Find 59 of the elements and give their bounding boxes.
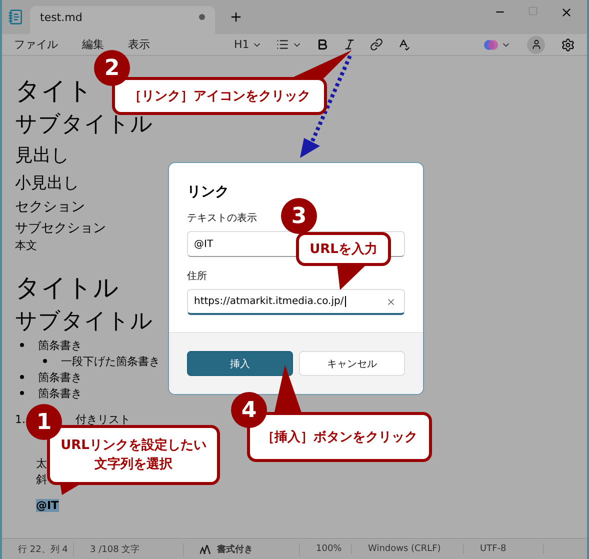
account-avatar[interactable] (527, 36, 545, 54)
tab-title: test.md (40, 10, 82, 24)
link-icon[interactable] (370, 38, 384, 51)
status-text: UTF-8 (480, 544, 506, 554)
bullet-icon (20, 375, 24, 379)
document-heading: サブタイトル (15, 111, 153, 139)
document-text: 斜 (36, 472, 47, 486)
bullet-text: 一段下げた箇条書き (61, 354, 160, 368)
bullet-icon (43, 359, 47, 363)
callout-text: ［リンク］アイコンをクリック (128, 88, 310, 106)
bullet-text: 箇条書き (38, 338, 82, 352)
close-icon[interactable] (560, 6, 573, 19)
document-text: 付きリスト (76, 412, 130, 426)
selected-text: @IT (36, 498, 59, 512)
font-size-icon (200, 544, 211, 554)
bullet-text: 箇条書き (38, 370, 82, 384)
bold-icon[interactable] (316, 38, 330, 51)
cancel-button[interactable]: キャンセル (299, 351, 405, 376)
bullet-icon (20, 343, 24, 347)
callout-text: URLを入力 (310, 240, 378, 258)
callout-text: 文字列を選択 (94, 456, 172, 474)
menu-item[interactable]: 表示 (128, 37, 150, 52)
list-icon[interactable] (276, 38, 290, 51)
menu-item[interactable]: 編集 (82, 37, 104, 52)
document-heading: タイト (15, 74, 93, 106)
spellcheck-icon[interactable] (397, 38, 410, 51)
status-text[interactable]: 書式付き (217, 542, 253, 556)
heading-dropdown[interactable]: H1 (234, 38, 250, 51)
document-tab[interactable]: test.md (30, 6, 215, 34)
callout-text: ［挿入］ボタンをクリック (262, 428, 418, 446)
menu-item[interactable]: ファイル (14, 37, 58, 52)
new-tab-icon[interactable] (229, 10, 243, 24)
document-text: 太 (36, 456, 47, 470)
status-text: Windows (CRLF) (368, 544, 441, 554)
bullet-text: 箇条書き (38, 386, 82, 400)
document-heading: タイトル (15, 272, 119, 304)
clear-icon[interactable] (386, 296, 396, 306)
settings-icon[interactable] (561, 38, 575, 52)
status-text: 100% (316, 544, 342, 554)
list-number: 1. (15, 412, 26, 426)
dialog-title: リンク (187, 183, 230, 201)
notepad-icon (8, 9, 24, 25)
document-heading: 見出し (15, 144, 69, 167)
document-text: 本文 (15, 238, 37, 252)
input-field[interactable]: https://atmarkit.itmedia.co.jp/ (187, 289, 405, 315)
step-number-badge: 4 (231, 392, 267, 428)
field-label: 住所 (187, 270, 207, 283)
document-heading: セクション (15, 198, 85, 216)
field-label: テキストの表示 (187, 212, 257, 225)
insert-button[interactable]: 挿入 (187, 351, 293, 376)
status-text: 行 22、列 4 (18, 544, 68, 556)
document-heading: サブセクション (15, 220, 106, 237)
callout-text: URLリンクを設定したい (60, 436, 206, 455)
document-heading: サブタイトル (15, 308, 153, 336)
document-heading: 小見出し (15, 172, 79, 194)
status-text: 3 /108 文字 (90, 544, 140, 556)
step-number-badge: 1 (26, 404, 62, 440)
bullet-icon (20, 391, 24, 395)
italic-icon[interactable] (343, 38, 356, 51)
